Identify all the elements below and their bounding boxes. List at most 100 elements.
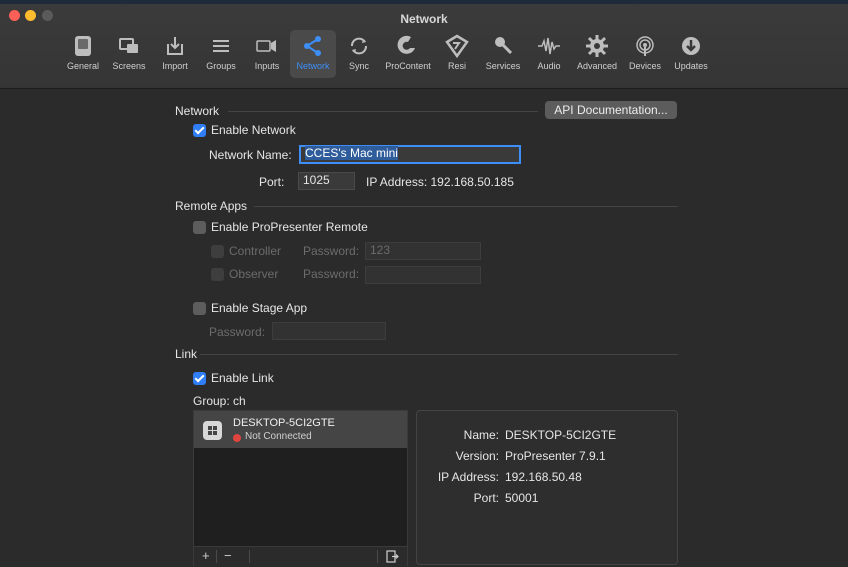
controller-checkbox[interactable] [211,245,224,258]
stage-password-field[interactable] [272,322,386,340]
updates-icon [682,37,700,55]
tab-advanced[interactable]: Advanced [572,30,622,78]
section-divider [254,206,678,207]
list-footer: + − [194,546,407,566]
device-details-panel: Name: DESKTOP-5CI2GTE Version: ProPresen… [416,410,678,565]
inputs-icon [256,40,276,52]
gear-icon [586,35,608,57]
detail-value: DESKTOP-5CI2GTE [505,428,617,442]
preferences-toolbar: General Screens Import Groups Inputs Net… [60,30,714,82]
tab-label: Services [485,61,521,71]
list-item[interactable]: DESKTOP-5CI2GTE Not Connected [194,411,407,448]
tab-inputs[interactable]: Inputs [244,30,290,78]
section-network-label: Network [175,104,220,118]
tab-devices[interactable]: Devices [622,30,668,78]
footer-divider [216,550,217,563]
procontent-icon [397,35,415,54]
detail-key: Version: [455,449,499,463]
enable-link-label: Enable Link [211,371,274,385]
observer-label: Observer [229,267,279,281]
port-label: Port: [259,175,285,189]
screens-icon [119,38,138,53]
footer-divider [249,550,250,563]
preferences-window: Network General Screens Import Groups In… [0,0,848,567]
general-icon [75,36,91,56]
tab-label: Audio [537,61,561,71]
enable-network-checkbox[interactable] [193,124,206,137]
footer-divider [377,550,378,563]
tab-label: Resi [447,61,466,71]
observer-password-label: Password: [303,267,360,281]
detail-key: IP Address: [437,470,499,484]
detail-key: Name: [463,428,499,442]
enable-stage-app-label: Enable Stage App [211,301,308,315]
group-label: Group: ch [193,394,246,408]
tab-screens[interactable]: Screens [106,30,152,78]
import-icon [167,37,183,55]
section-link-label: Link [175,347,198,361]
tab-label: General [66,61,100,71]
detail-value: 192.168.50.48 [505,470,582,484]
detail-value: ProPresenter 7.9.1 [505,449,606,463]
network-name-label: Network Name: [209,148,292,162]
export-icon[interactable] [386,550,399,563]
network-preferences-pane: Network API Documentation... Enable Netw… [0,89,848,567]
controller-password-field[interactable]: 123 [365,242,481,260]
tab-updates[interactable]: Updates [668,30,714,78]
groups-icon [213,40,229,52]
tab-label: Import [162,61,188,71]
enable-network-label: Enable Network [211,123,296,137]
status-dot-icon [233,434,241,442]
window-title: Network [400,12,448,26]
audio-icon [538,37,560,55]
enable-remote-checkbox[interactable] [193,221,206,234]
tab-network[interactable]: Network [290,30,336,78]
tab-label: Network [296,61,330,71]
resi-icon [445,34,469,59]
tab-services[interactable]: Services [480,30,526,78]
devices-icon [636,36,654,56]
link-device-list: DESKTOP-5CI2GTE Not Connected + − [193,410,408,566]
detail-value: 50001 [505,491,539,505]
detail-key: Port: [473,491,499,505]
enable-remote-label: Enable ProPresenter Remote [211,220,368,234]
tab-label: Inputs [254,61,280,71]
desktop-strip [0,0,848,4]
services-icon [495,37,513,55]
enable-stage-app-checkbox[interactable] [193,302,206,315]
tab-label: Screens [112,61,146,71]
add-device-button[interactable]: + [202,548,210,563]
tab-audio[interactable]: Audio [526,30,572,78]
tab-label: Advanced [576,61,618,71]
tab-groups[interactable]: Groups [198,30,244,78]
tab-resi[interactable]: Resi [434,30,480,78]
tab-procontent[interactable]: ProContent [382,30,434,78]
network-name-value: CCES's Mac mini [305,146,398,160]
network-name-field[interactable]: CCES's Mac mini [299,145,521,164]
controller-password-label: Password: [303,244,360,258]
section-divider [200,354,678,355]
tab-general[interactable]: General [60,30,106,78]
tab-label: ProContent [385,61,431,71]
tab-sync[interactable]: Sync [336,30,382,78]
windows-device-icon [203,421,222,440]
title-bar: Network General Screens Import Groups In… [0,0,848,89]
section-remote-apps-label: Remote Apps [175,199,248,213]
sync-icon [351,37,367,55]
controller-label: Controller [229,244,282,258]
tab-import[interactable]: Import [152,30,198,78]
remove-device-button[interactable]: − [224,548,232,563]
section-divider [228,111,538,112]
device-name: DESKTOP-5CI2GTE [233,417,335,429]
tab-label: Updates [674,61,708,71]
stage-password-label: Password: [209,325,266,339]
port-field[interactable]: 1025 [298,172,355,190]
observer-checkbox[interactable] [211,268,224,281]
network-icon [304,36,321,56]
tab-label: Sync [348,61,369,71]
device-status: Not Connected [245,431,312,442]
api-documentation-button[interactable]: API Documentation... [545,101,677,119]
observer-password-field[interactable] [365,266,481,284]
enable-link-checkbox[interactable] [193,372,206,385]
tab-label: Groups [206,61,236,71]
